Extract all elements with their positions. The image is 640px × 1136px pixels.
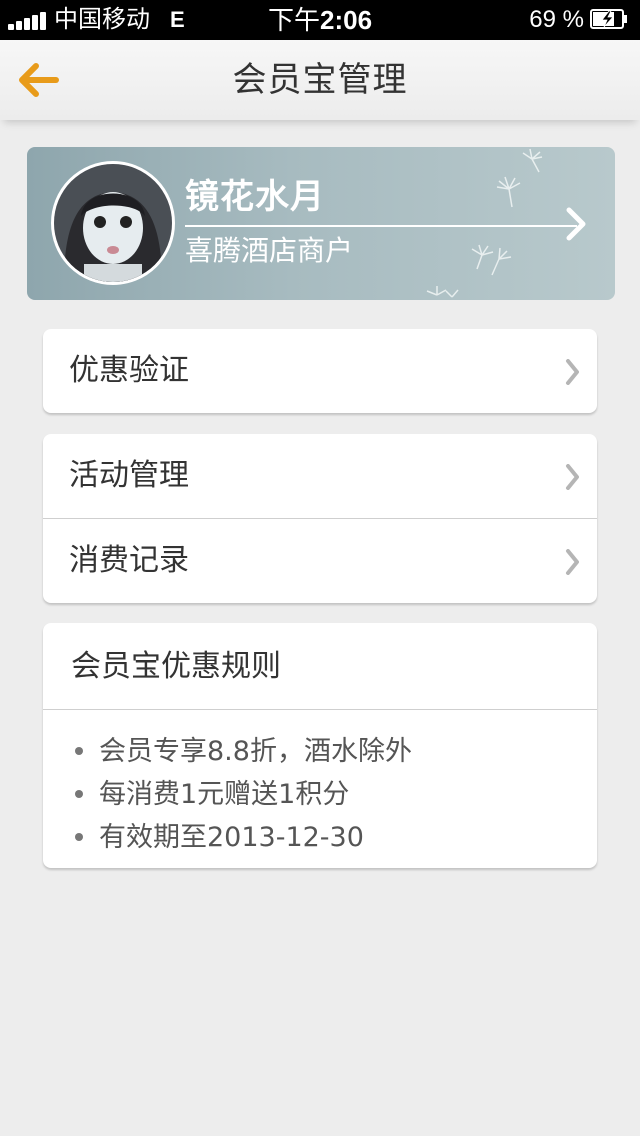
profile-divider xyxy=(185,225,577,227)
menu-item-coupon-verify[interactable]: 优惠验证 xyxy=(43,329,597,413)
menu-item-consumption-records[interactable]: 消费记录 xyxy=(43,518,597,603)
chevron-right-icon xyxy=(566,359,579,385)
menu-item-activity-manage[interactable]: 活动管理 xyxy=(43,434,597,518)
status-bar: 中国移动 E 下午2:06 69 % xyxy=(0,0,640,40)
list-item: 每消费1元赠送1积分 xyxy=(43,773,597,816)
nav-bar: 会员宝管理 xyxy=(0,40,640,120)
menu-item-label: 消费记录 xyxy=(69,543,189,578)
chevron-right-icon xyxy=(566,207,586,241)
rule-text: 每消费1元赠送1积分 xyxy=(99,779,350,810)
time-value: 2:06 xyxy=(319,5,373,35)
rules-card: 会员宝优惠规则 会员专享8.8折，酒水除外 每消费1元赠送1积分 有效期至201… xyxy=(43,623,597,868)
chevron-right-icon xyxy=(566,464,579,490)
bullet-icon xyxy=(75,747,83,755)
bullet-icon xyxy=(75,833,83,841)
menu-item-label: 优惠验证 xyxy=(69,353,189,388)
merchant-name: 喜腾酒店商户 xyxy=(185,234,354,267)
page-title: 会员宝管理 xyxy=(232,60,408,100)
list-item: 会员专享8.8折，酒水除外 xyxy=(43,730,597,773)
profile-name: 镜花水月 xyxy=(185,177,325,217)
menu-group-manage: 活动管理 消费记录 xyxy=(43,434,597,603)
profile-card[interactable]: 镜花水月 喜腾酒店商户 xyxy=(27,147,615,300)
list-item: 有效期至2013-12-30 xyxy=(43,816,597,859)
bullet-icon xyxy=(75,790,83,798)
chevron-right-icon xyxy=(566,549,579,575)
menu-item-label: 活动管理 xyxy=(69,458,189,493)
battery-charging-icon xyxy=(590,9,627,29)
rules-list: 会员专享8.8折，酒水除外 每消费1元赠送1积分 有效期至2013-12-30 xyxy=(43,710,597,859)
battery-percent: 69 % xyxy=(529,6,584,33)
avatar xyxy=(51,161,175,285)
rule-text: 会员专享8.8折，酒水除外 xyxy=(99,736,412,767)
menu-group-verify: 优惠验证 xyxy=(43,329,597,413)
rules-header: 会员宝优惠规则 xyxy=(43,623,597,710)
time-prefix: 下午 xyxy=(267,5,320,35)
rule-text: 有效期至2013-12-30 xyxy=(99,822,364,853)
rules-title: 会员宝优惠规则 xyxy=(71,649,281,684)
